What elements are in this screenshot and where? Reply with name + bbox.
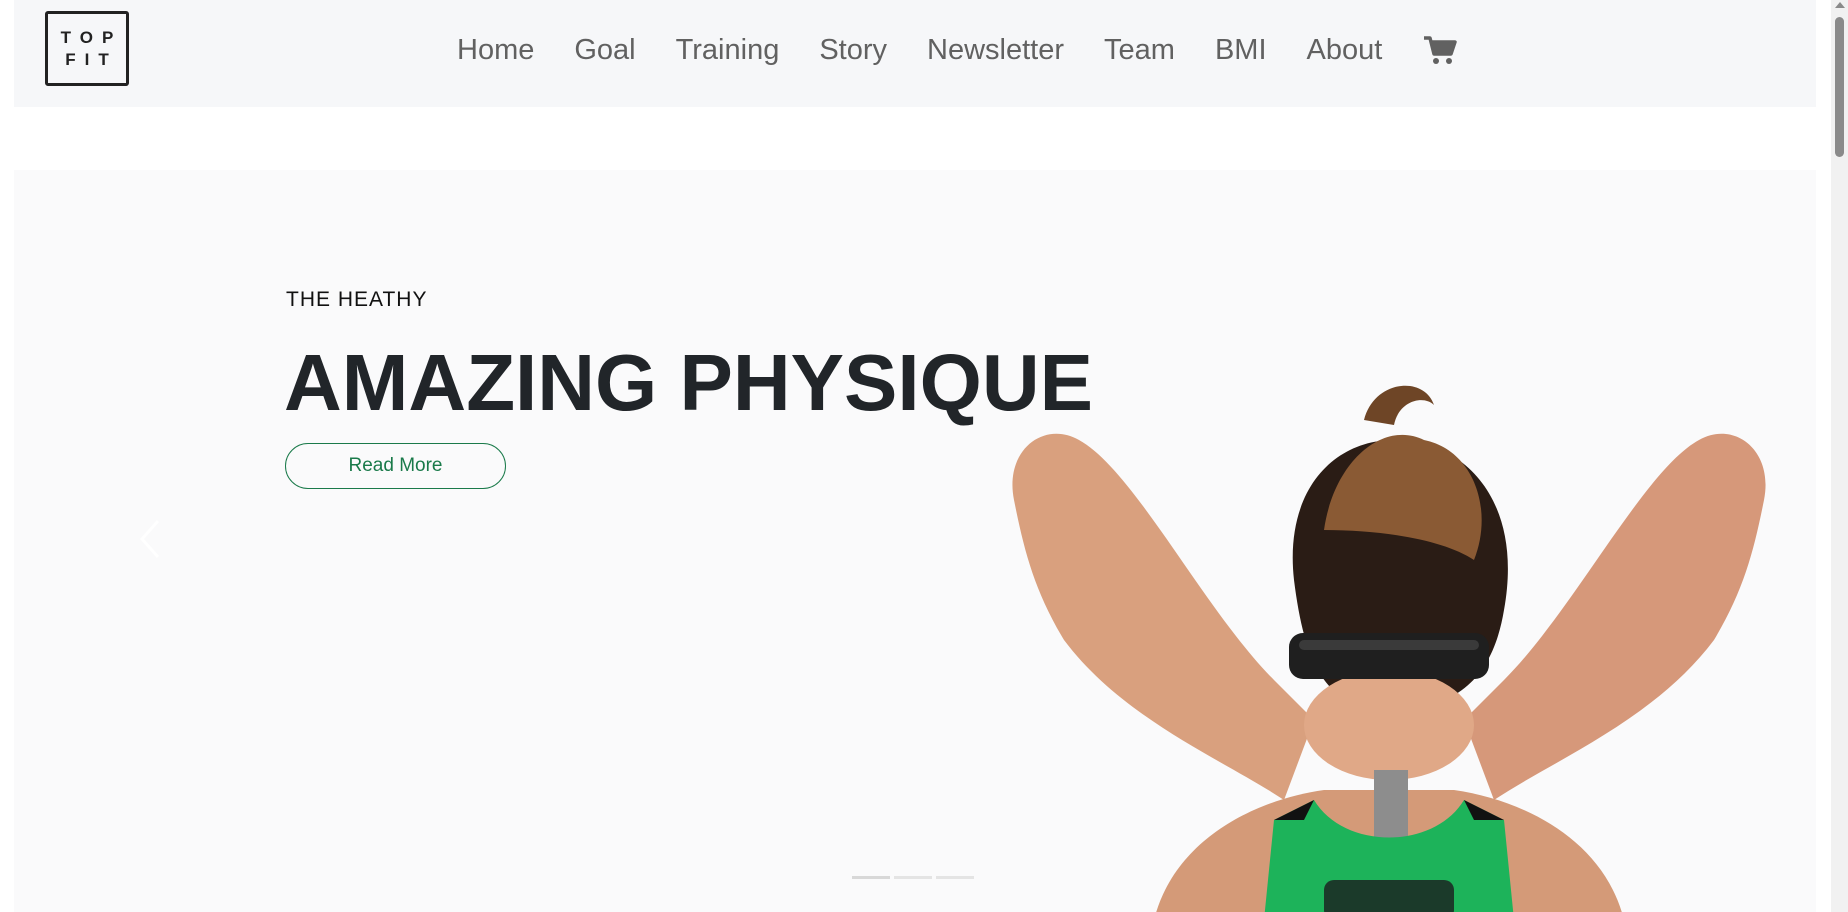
carousel-indicator[interactable]	[936, 876, 974, 879]
nav-about[interactable]: About	[1307, 30, 1383, 70]
nav-goal[interactable]: Goal	[574, 30, 635, 70]
scrollbar[interactable]	[1831, 0, 1848, 912]
scroll-thumb[interactable]	[1835, 17, 1844, 157]
carousel-indicators	[852, 876, 974, 879]
nav-story[interactable]: Story	[819, 30, 887, 70]
navbar: TOP FIT Home Goal Training Story Newslet…	[14, 0, 1816, 107]
logo-line-1: TOP	[60, 27, 123, 47]
hero-carousel: THE HEATHY AMAZING PHYSIQUE Read More	[14, 170, 1816, 912]
logo-line-2: FIT	[65, 49, 118, 69]
carousel-indicator[interactable]	[852, 876, 890, 879]
nav-newsletter[interactable]: Newsletter	[927, 30, 1064, 70]
hero-title: AMAZING PHYSIQUE	[284, 338, 1093, 427]
read-more-button[interactable]: Read More	[285, 443, 506, 489]
scroll-up-arrow-icon[interactable]	[1835, 2, 1845, 8]
nav-bmi[interactable]: BMI	[1215, 30, 1267, 70]
nav-home[interactable]: Home	[457, 30, 534, 70]
logo[interactable]: TOP FIT	[45, 11, 129, 86]
hero-kicker: THE HEATHY	[286, 288, 428, 311]
carousel-indicator[interactable]	[894, 876, 932, 879]
nav-team[interactable]: Team	[1104, 30, 1175, 70]
nav-training[interactable]: Training	[676, 30, 780, 70]
shopping-cart-icon[interactable]	[1422, 32, 1458, 68]
chevron-left-icon[interactable]	[136, 517, 166, 561]
main-nav: Home Goal Training Story Newsletter Team…	[457, 30, 1458, 70]
hero-image	[1012, 385, 1766, 912]
